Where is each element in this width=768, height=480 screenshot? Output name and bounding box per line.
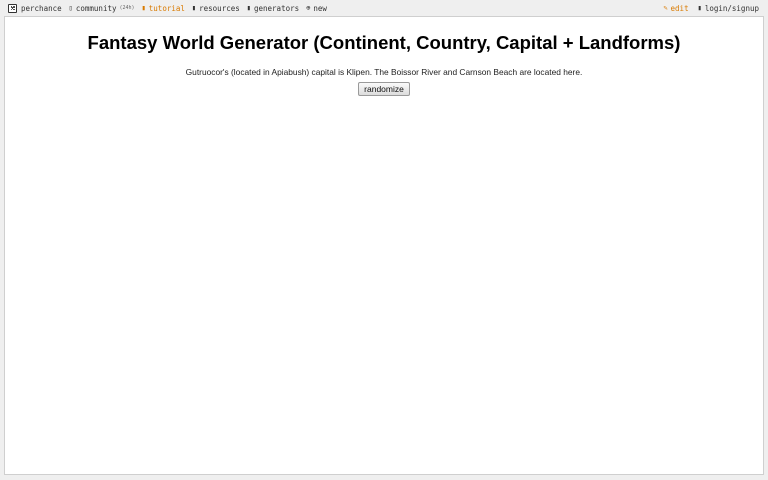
nav-logo-link[interactable]: perchance [8, 3, 62, 13]
nav-generators-link[interactable]: ▮ generators [247, 4, 299, 13]
pencil-icon: ✎ [663, 3, 668, 12]
top-nav-bar: perchance ▯ community (24h) ▮ tutorial ▮… [0, 0, 768, 16]
edit-label: edit [670, 3, 689, 13]
user-icon: ▮ [697, 3, 702, 12]
nav-resources-link[interactable]: ▮ resources [192, 4, 240, 13]
randomize-button[interactable]: randomize [358, 82, 410, 96]
new-label: new [313, 3, 327, 13]
book-icon: ▮ [141, 3, 146, 12]
nav-edit-link[interactable]: ✎ edit [663, 4, 688, 13]
page-title: Fantasy World Generator (Continent, Coun… [87, 32, 681, 53]
generator-frame: Fantasy World Generator (Continent, Coun… [4, 16, 764, 475]
community-label: community [75, 3, 117, 13]
generator-output: Gutruocor's (located in Apiabush) capita… [185, 67, 583, 77]
nav-login-link[interactable]: ▮ login/signup [698, 4, 759, 13]
resources-label: resources [199, 3, 240, 13]
dice-icon [8, 3, 17, 13]
nav-left: perchance ▯ community (24h) ▮ tutorial ▮… [0, 3, 334, 13]
nav-right: ✎ edit ▮ login/signup [654, 4, 768, 13]
tutorial-label: tutorial [148, 3, 185, 13]
nav-tutorial-link[interactable]: ▮ tutorial [142, 4, 185, 13]
generators-label: generators [253, 3, 300, 13]
folder-icon: ▮ [191, 3, 197, 12]
logo-label: perchance [21, 3, 62, 13]
plus-circle-icon: ⊕ [306, 3, 311, 12]
nav-community-link[interactable]: ▯ community (24h) [69, 4, 135, 13]
list-icon: ▮ [246, 3, 251, 12]
nav-new-link[interactable]: ⊕ new [306, 4, 327, 13]
login-label: login/signup [704, 3, 759, 13]
community-count: (24h) [119, 5, 135, 11]
chat-icon: ▯ [68, 3, 73, 12]
